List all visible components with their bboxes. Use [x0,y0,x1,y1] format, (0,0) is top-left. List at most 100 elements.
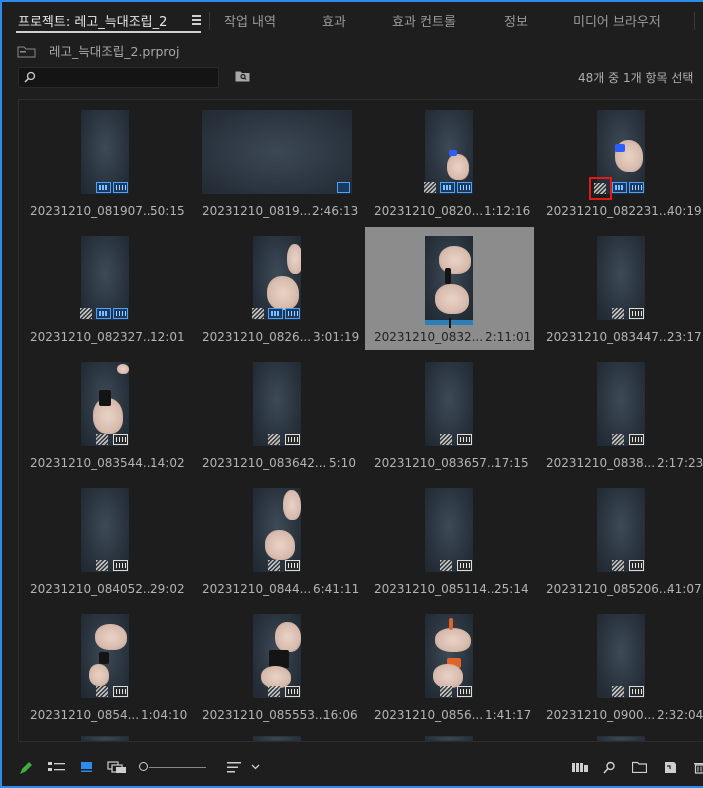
clip-duration: 2:11:01 [485,330,532,344]
clip-item[interactable]: 20231210_0820... 1:12:16 [363,100,535,220]
clip-duration: 14:02 [150,456,185,470]
project-file-name: 레고_늑대조립_2.prproj [49,44,180,59]
hand-image [95,624,127,650]
lego-piece-image [445,268,451,284]
search-input[interactable] [39,68,214,87]
pencil-icon[interactable] [19,761,33,775]
effect-badge-icon [440,560,452,571]
effect-badge-icon [96,560,108,571]
clip-name: 20231210_0856... [374,708,484,722]
find-icon[interactable] [603,761,616,774]
effect-badge-icon[interactable] [594,183,606,194]
hand-image [435,284,469,314]
clip-duration: 41:07 [667,582,702,596]
clip-name: 20231210_0832... [374,330,484,344]
scrub-playhead[interactable] [449,318,451,328]
icon-view-icon[interactable] [80,761,93,773]
active-tab-indicator [16,31,201,33]
hand-image [89,664,109,686]
clip-duration: 2:32:04 [657,708,703,722]
clip-duration: 1:12:16 [484,204,531,218]
bottom-toolbar [2,750,703,786]
clip-item[interactable]: 20231210_085553... 16:06 [191,604,363,728]
clip-item[interactable]: 20231210_084052... 29:02 [19,478,191,602]
lego-piece-image [615,144,625,152]
clip-thumbnail [597,736,645,741]
audio-badge-icon [457,182,472,193]
clip-item[interactable]: 20231210_0826... 3:01:19 [191,226,363,350]
tab-info[interactable]: 정보 [504,11,528,30]
clip-item[interactable]: 20231210_083544... 14:02 [19,352,191,476]
clip-duration: 1:41:17 [485,708,532,722]
effect-badge-icon [96,434,108,445]
hand-image [439,246,471,274]
sequence-item[interactable]: 20231210_0819... 2:46:13 [191,100,363,220]
clip-duration: 40:19 [667,204,702,218]
freeform-view-icon[interactable] [107,761,127,774]
clip-item[interactable]: 20231210_0854... 1:04:10 [19,604,191,728]
zoom-slider-handle[interactable] [139,762,148,771]
tab-effect-controls[interactable]: 효과 컨트롤 [392,11,456,30]
clip-item[interactable]: 20231210_0900... 2:32:04 [535,604,703,728]
hand-image [433,664,463,688]
audio-badge-icon [629,686,644,697]
video-badge-icon [96,182,111,193]
clip-item[interactable]: 20231210_081907... 50:15 [19,100,191,220]
clip-item[interactable]: 20231210_082231... 40:19 [535,100,703,220]
clip-name: 20231210_0820... [374,204,484,218]
clip-item[interactable]: 20231210_0838... 2:17:23 [535,352,703,476]
clip-name: 20231210_083544... [30,456,155,470]
clip-name: 20231210_0819... [202,204,312,218]
sequence-badge-icon [337,182,350,193]
search-icon [24,71,36,83]
tab-media-browser[interactable]: 미디어 브라우저 [573,11,661,30]
zoom-slider-track[interactable] [149,767,206,768]
audio-badge-icon [113,182,128,193]
clip-item[interactable]: 20231210_083447... 23:17 [535,226,703,350]
video-badge-icon [268,308,283,319]
audio-badge-icon [457,434,472,445]
clip-name: 20231210_084052... [30,582,155,596]
clip-duration: 6:41:11 [313,582,360,596]
clip-item[interactable]: 20231210_0856... 1:41:17 [363,604,535,728]
new-bin-icon[interactable] [632,761,647,773]
project-panel: 프로젝트: 레고_늑대조립_2 작업 내역 효과 효과 컨트롤 정보 미디어 브… [0,0,703,788]
tab-divider [694,12,695,30]
selection-count: 48개 중 1개 항목 선택 [578,71,694,85]
clear-icon[interactable] [694,761,703,774]
clip-thumbnail [253,736,301,741]
clip-item[interactable]: 20231210_0844... 6:41:11 [191,478,363,602]
search-box[interactable] [18,67,219,88]
video-badge-icon [440,182,455,193]
clip-item[interactable]: 20231210_083642... 5:10 [191,352,363,476]
clip-name: 20231210_085206... [546,582,671,596]
clip-name: 20231210_083657... [374,456,499,470]
clip-item-selected[interactable]: 20231210_0832... 2:11:01 [365,227,534,350]
tab-history[interactable]: 작업 내역 [224,11,276,30]
hand-image [261,666,291,688]
clip-item[interactable]: 20231210_085114... 25:14 [363,478,535,602]
new-search-bin-icon[interactable] [235,70,250,82]
tab-effects[interactable]: 효과 [322,11,346,30]
list-view-icon[interactable] [48,761,65,773]
sort-icon[interactable] [227,761,241,774]
panel-menu-icon[interactable] [192,15,201,27]
clip-duration: 2:46:13 [312,204,359,218]
effect-badge-icon [612,560,624,571]
project-items-grid[interactable]: 20231210_081907... 50:15 20231210_0819..… [18,99,703,742]
chevron-down-icon[interactable] [251,764,260,770]
hand-image [275,622,301,652]
tab-project[interactable]: 프로젝트: 레고_늑대조립_2 [18,11,167,30]
clip-item[interactable]: 20231210_082327... 12:01 [19,226,191,350]
tab-divider [209,12,210,30]
audio-badge-icon [113,560,128,571]
clip-duration: 16:06 [323,708,358,722]
new-item-icon[interactable] [664,761,677,774]
clip-item[interactable]: 20231210_085206... 41:07 [535,478,703,602]
automate-to-sequence-icon[interactable] [572,761,588,773]
effect-badge-icon [612,434,624,445]
clip-name: 20231210_083642... [202,456,327,470]
clip-duration: 50:15 [150,204,185,218]
clip-duration: 3:01:19 [313,330,360,344]
clip-item[interactable]: 20231210_083657... 17:15 [363,352,535,476]
